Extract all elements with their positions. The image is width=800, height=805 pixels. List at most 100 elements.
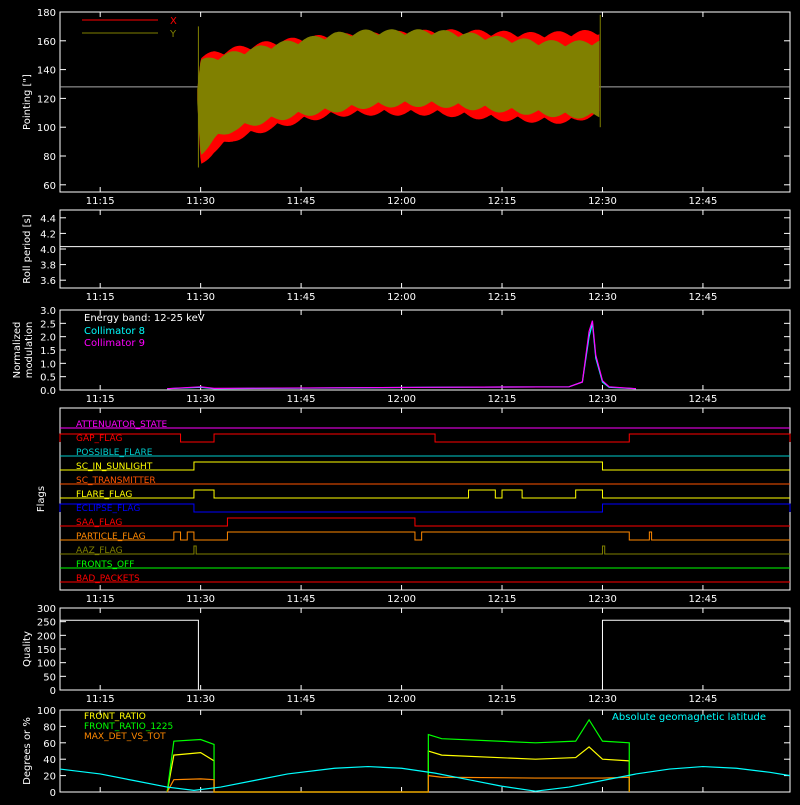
y-tick-label: 100 — [37, 659, 56, 670]
x-tick-label: 11:45 — [287, 594, 316, 605]
x-tick-label: 12:45 — [689, 694, 718, 705]
y-tick-label: 150 — [37, 645, 56, 656]
legend-title: Energy band: 12-25 keV — [84, 313, 205, 324]
y-tick-label: 0 — [50, 788, 56, 799]
y-axis-label: Degrees or % — [22, 717, 33, 785]
y-tick-label: 50 — [43, 672, 56, 683]
y-tick-label: 60 — [43, 181, 56, 192]
x-tick-label: 11:15 — [86, 594, 115, 605]
x-tick-label: 12:45 — [689, 594, 718, 605]
y-tick-label: 1.0 — [40, 359, 56, 370]
flag-line-eclipse-flag — [59, 503, 791, 513]
x-tick-label: 12:00 — [387, 394, 416, 405]
y-tick-label: 60 — [43, 739, 56, 750]
series-front-ratio — [166, 746, 630, 793]
flags-panel: 11:15 11:30 11:45 12:00 12:15 12:30 12:45 Flags… — [36, 407, 791, 605]
x-tick-label: 11:15 — [86, 394, 115, 405]
x-tick-label: 12:15 — [488, 292, 517, 303]
pointing-panel: 11:15 11:30 11:45 12:00 12:15 12:30 12:45 60 80 1… — [22, 8, 791, 207]
legend-label-front-ratio: FRONT_RATIO — [84, 712, 146, 722]
y-tick-label: 0.0 — [40, 386, 56, 397]
x-tick-label: 11:45 — [287, 394, 316, 405]
modulation-panel: 11:15 11:30 11:45 12:00 12:15 12:30 12:45 0.0 0.… — [12, 306, 791, 405]
flags-frame — [59, 407, 791, 591]
y-tick-label: 200 — [37, 631, 56, 642]
y-tick-label: 2.0 — [40, 333, 56, 344]
chart-svg: 11:15 11:30 11:45 12:00 12:15 12:30 12:45 60 80 1… — [12, 8, 791, 799]
y-axis-label: modulation — [24, 322, 35, 379]
x-tick-label: 11:30 — [186, 394, 215, 405]
x-tick-label: 12:15 — [488, 594, 517, 605]
roll-panel: 11:15 11:30 11:45 12:00 12:15 12:30 12:45 3.6 3.… — [22, 209, 791, 303]
x-tick-label: 12:45 — [689, 292, 718, 303]
y-tick-label: 180 — [37, 8, 56, 19]
x-tick-label: 12:00 — [387, 196, 416, 207]
legend-label-x: X — [170, 16, 177, 27]
y-tick-label: 300 — [37, 604, 56, 615]
x-tick-label: 11:15 — [86, 196, 115, 207]
x-tick-label: 12:00 — [387, 292, 416, 303]
x-tick-label: 12:15 — [488, 196, 517, 207]
y-axis-label: Quality — [22, 631, 33, 667]
y-axis-label: Roll period [s] — [22, 214, 33, 283]
flag-line-particle-flag — [60, 531, 790, 541]
y-tick-label: 0 — [50, 686, 56, 697]
y-tick-label: 4.0 — [40, 245, 56, 256]
y-axis-label: Normalized — [12, 322, 23, 379]
y-tick-label: 160 — [37, 37, 56, 48]
x-tick-label: 12:45 — [689, 394, 718, 405]
x-tick-label: 11:15 — [86, 292, 115, 303]
y-tick-label: 80 — [43, 152, 56, 163]
y-tick-label: 3.6 — [40, 276, 56, 287]
y-tick-label: 3.8 — [40, 261, 56, 272]
series-collimator-9 — [167, 320, 637, 390]
x-tick-label: 11:45 — [287, 292, 316, 303]
x-tick-label: 12:30 — [588, 292, 617, 303]
flag-label-gap-flag: GAP_FLAG — [76, 434, 122, 444]
quality-line — [60, 619, 790, 691]
y-tick-label: 80 — [43, 722, 56, 733]
x-tick-label: 11:30 — [186, 594, 215, 605]
y-tick-label: 3.0 — [40, 306, 56, 317]
annotation-geomagnetic-latitude: Absolute geomagnetic latitude — [612, 712, 766, 723]
flag-line-saa-flag — [60, 517, 790, 527]
x-tick-label: 12:15 — [488, 394, 517, 405]
x-tick-label: 11:45 — [287, 196, 316, 207]
y-axis-label: Flags — [36, 486, 47, 512]
flag-line-aaz-flag — [60, 545, 790, 555]
series-front-ratio-1225 — [166, 718, 630, 793]
y-tick-label: 40 — [43, 755, 56, 766]
y-tick-label: 140 — [37, 66, 56, 77]
y-tick-label: 4.2 — [40, 229, 56, 240]
x-tick-label: 11:30 — [186, 694, 215, 705]
y-tick-label: 250 — [37, 618, 56, 629]
legend-label-y: Y — [169, 29, 177, 40]
flag-line-gap-flag — [59, 433, 791, 443]
legend-label-max-det-vs-tot: MAX_DET_VS_TOT — [84, 732, 166, 742]
x-tick-label: 11:15 — [86, 694, 115, 705]
y-tick-label: 0.5 — [40, 373, 56, 384]
series-y-band — [197, 29, 600, 155]
y-tick-label: 100 — [37, 706, 56, 717]
x-tick-label: 11:30 — [186, 292, 215, 303]
legend-label-collimator-9: Collimator 9 — [84, 338, 145, 349]
legend-label-front-ratio-1225: FRONT_RATIO_1225 — [84, 722, 173, 732]
x-tick-label: 12:30 — [588, 394, 617, 405]
flag-line-sc-in-sunlight — [60, 461, 790, 471]
flag-line-flare-flag — [60, 489, 790, 499]
y-tick-label: 120 — [37, 94, 56, 105]
x-tick-label: 11:45 — [287, 694, 316, 705]
x-tick-label: 12:00 — [387, 694, 416, 705]
x-tick-label: 12:30 — [588, 694, 617, 705]
x-tick-label: 11:30 — [186, 196, 215, 207]
x-tick-label: 12:30 — [588, 196, 617, 207]
legend-label-collimator-8: Collimator 8 — [84, 326, 145, 337]
ratios-panel: 0 20 40 60 80 100 Degrees or % FRONT_RATIOFRONT… — [22, 706, 791, 799]
y-tick-label: 100 — [37, 123, 56, 134]
chart-stage: 11:15 11:30 11:45 12:00 12:15 12:30 12:45 60 80 1… — [0, 0, 800, 800]
y-axis-label: Pointing ["] — [22, 74, 33, 130]
y-tick-label: 4.4 — [40, 214, 56, 225]
y-tick-label: 20 — [43, 772, 56, 783]
x-tick-label: 12:45 — [689, 196, 718, 207]
x-tick-label: 12:00 — [387, 594, 416, 605]
